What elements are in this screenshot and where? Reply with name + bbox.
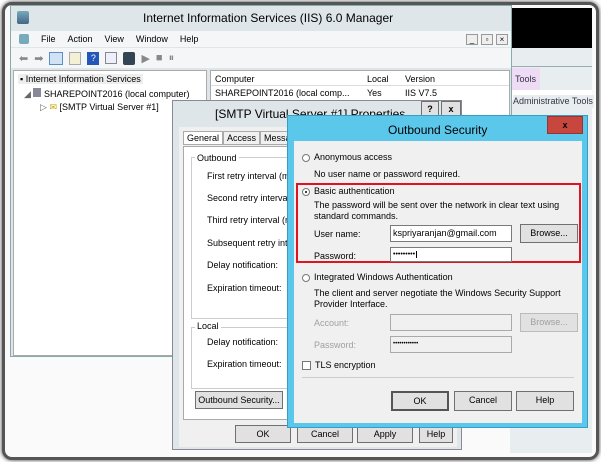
outbound-title: Outbound Security [388, 123, 488, 137]
tree-server[interactable]: ◢ SHAREPOINT2016 (local computer) [24, 88, 190, 100]
row-computer: SHAREPOINT2016 (local comp... [215, 88, 350, 98]
local-group-label: Local [195, 321, 221, 331]
iis-app-icon [17, 11, 29, 24]
basic-auth-radio[interactable]: Basic authentication [302, 186, 395, 196]
password-input[interactable]: ••••••••• [390, 247, 512, 262]
tree-server-label: SHAREPOINT2016 (local computer) [43, 89, 190, 99]
col-version[interactable]: Version [405, 74, 435, 84]
tab-access[interactable]: Access [223, 131, 261, 145]
expiration-timeout-label: Expiration timeout: [207, 283, 282, 293]
separator [302, 377, 574, 378]
tab-general[interactable]: General [183, 131, 224, 145]
anonymous-desc: No user name or password required. [314, 169, 461, 179]
anonymous-access-radio[interactable]: Anonymous access [302, 152, 392, 162]
local-delay-label: Delay notification: [207, 337, 279, 347]
back-icon[interactable]: ⬅ [19, 52, 28, 65]
menu-file[interactable]: File [41, 34, 56, 44]
outbound-help-button[interactable]: Help [516, 391, 574, 411]
username-label: User name: [314, 229, 361, 239]
close-icon[interactable]: × [496, 33, 508, 45]
outbound-group-label: Outbound [195, 153, 239, 163]
basic-desc: The password will be sent over the netwo… [314, 200, 560, 221]
outbound-security-button[interactable]: Outbound Security... [195, 391, 283, 409]
integrated-radio-icon [302, 273, 310, 282]
pause-icon[interactable]: ⏸ [169, 52, 175, 65]
tree-root[interactable]: ▪ Internet Information Services [18, 74, 143, 84]
restore-icon[interactable]: ▫ [481, 33, 493, 45]
tls-checkbox[interactable]: TLS encryption [302, 360, 376, 371]
basic-browse-button[interactable]: Browse... [520, 224, 578, 243]
tree-smtp-label: [SMTP Virtual Server #1] [59, 102, 159, 112]
col-local[interactable]: Local [367, 74, 389, 84]
administrative-tools-item[interactable]: Administrative Tools [513, 95, 594, 108]
outbound-security-dialog: Outbound Security x Anonymous access No … [287, 115, 588, 428]
iis-title: Internet Information Services (IIS) 6.0 … [143, 11, 394, 25]
background-app-dark-area [510, 8, 592, 48]
tree-smtp[interactable]: ▷ ✉ [SMTP Virtual Server #1] [40, 102, 159, 113]
outbound-close-button[interactable]: x [547, 116, 583, 134]
delay-notification-label: Delay notification: [207, 260, 279, 270]
help-icon[interactable]: ? [87, 51, 100, 65]
integrated-password-input[interactable]: •••••••••••• [390, 336, 512, 353]
forward-icon[interactable]: ➡ [34, 52, 43, 65]
col-computer[interactable]: Computer [215, 74, 255, 84]
outbound-ok-button[interactable]: OK [391, 391, 449, 411]
minimize-icon[interactable]: _ [466, 33, 478, 45]
basic-radio-icon [302, 187, 310, 196]
password-value: ••••••••• [393, 251, 416, 258]
menu-help[interactable]: Help [180, 34, 199, 44]
menu-action[interactable]: Action [68, 34, 93, 44]
integrated-browse-button[interactable]: Browse... [520, 313, 578, 332]
local-expiration-label: Expiration timeout: [207, 359, 282, 369]
anonymous-label: Anonymous access [314, 152, 393, 162]
tls-checkbox-icon [302, 361, 311, 371]
anonymous-radio-icon [302, 153, 310, 162]
integrated-password-label: Password: [314, 340, 357, 350]
properties-icon[interactable] [105, 52, 118, 64]
toolbar: ⬅ ➡ ? ▶ ■ ⏸ [11, 48, 511, 68]
integrated-desc: The client and server negotiate the Wind… [314, 288, 561, 309]
tools-tab[interactable]: Tools [512, 68, 540, 90]
account-input[interactable] [390, 314, 512, 331]
menu-view[interactable]: View [105, 34, 124, 44]
smtp-icon: ✉ [49, 102, 57, 112]
computer-icon[interactable] [123, 51, 136, 65]
menu-app-icon [19, 34, 29, 44]
integrated-label: Integrated Windows Authentication [314, 272, 453, 282]
outbound-cancel-button[interactable]: Cancel [454, 391, 512, 411]
export-icon[interactable] [69, 51, 82, 65]
menu-window[interactable]: Window [136, 34, 168, 44]
password-label: Password: [314, 251, 357, 261]
account-label: Account: [314, 318, 350, 328]
tls-label: TLS encryption [315, 360, 376, 370]
tree-root-label: Internet Information Services [25, 74, 141, 84]
iis-title-bar: Internet Information Services (IIS) 6.0 … [11, 6, 511, 30]
row-version: IIS V7.5 [405, 88, 438, 98]
stop-icon[interactable]: ■ [156, 52, 163, 64]
username-input[interactable]: kspriyaranjan@gmail.com [390, 225, 512, 242]
show-hide-tree-icon[interactable] [49, 51, 64, 65]
basic-label: Basic authentication [314, 186, 395, 196]
integrated-auth-radio[interactable]: Integrated Windows Authentication [302, 272, 453, 282]
properties-ok-button[interactable]: OK [235, 425, 291, 443]
row-local: Yes [367, 88, 382, 98]
server-icon [33, 88, 42, 97]
play-icon[interactable]: ▶ [141, 52, 149, 65]
menu-bar: File Action View Window Help _ ▫ × [11, 31, 511, 47]
